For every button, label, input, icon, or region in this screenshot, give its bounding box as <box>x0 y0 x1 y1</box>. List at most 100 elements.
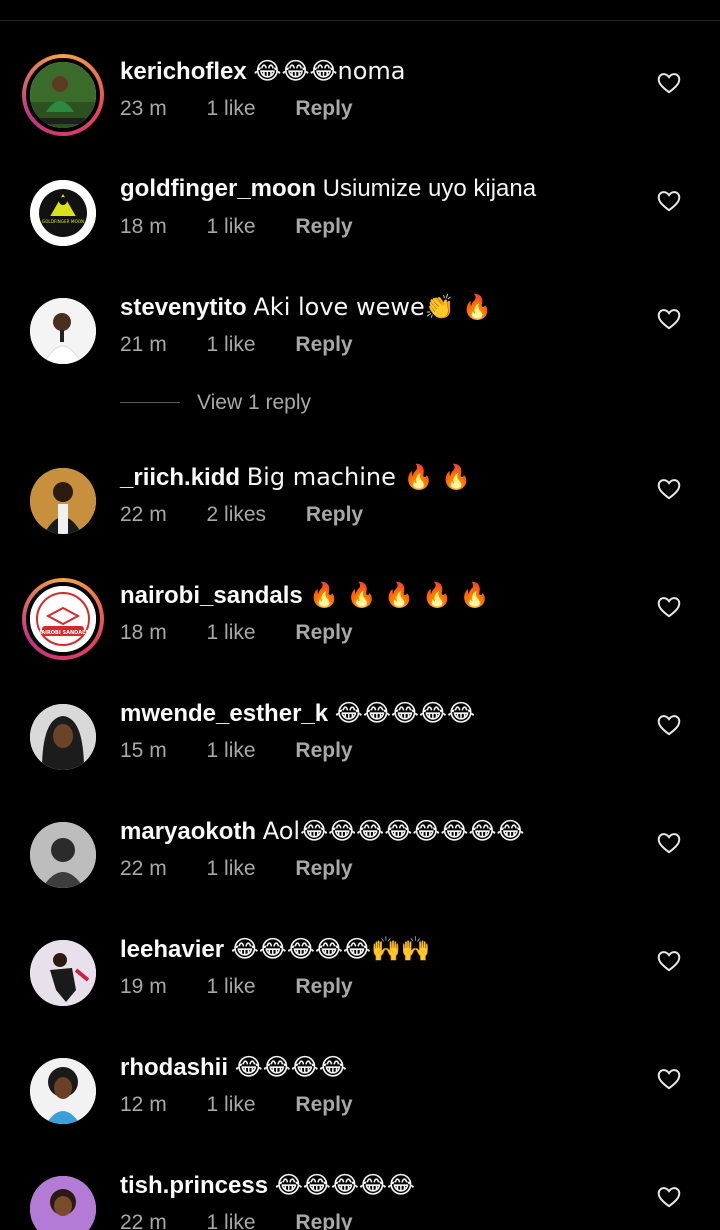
avatar-goldfinger-moon[interactable]: GOLDFINGER MOON <box>30 180 96 246</box>
comment-username[interactable]: nairobi_sandals <box>120 582 303 609</box>
comment-likes[interactable]: 1 like <box>207 854 256 884</box>
comment-meta: 22 m 1 like Reply <box>120 1208 353 1230</box>
comment-likes[interactable]: 1 like <box>207 736 256 766</box>
avatar-nairobi-sandals[interactable]: NAIROBI SANDALS <box>22 578 104 660</box>
comment-time: 21 m <box>120 333 167 356</box>
comment-text: nairobi_sandals 🔥 🔥 🔥 🔥 🔥 <box>120 578 489 613</box>
comment-text: maryaokoth Aol😂😂😂😂😂😂😂😂 <box>120 814 524 849</box>
comment-item: GOLDFINGER MOON goldfinger_moon Usiumize… <box>0 175 720 270</box>
comment-likes[interactable]: 1 like <box>207 1208 256 1230</box>
comment-username[interactable]: rhodashii <box>120 1054 228 1081</box>
comment-username[interactable]: goldfinger_moon <box>120 175 316 202</box>
comment-likes[interactable]: 1 like <box>207 94 256 124</box>
heart-icon[interactable] <box>656 306 682 332</box>
comment-text: _riich.kidd Big machine 🔥 🔥 <box>120 460 471 495</box>
comment-likes[interactable]: 1 like <box>207 972 256 1002</box>
avatar-rhodashii[interactable] <box>30 1058 96 1124</box>
comment-meta: 22 m 2 likes Reply <box>120 500 363 530</box>
profile-photo-dance-icon <box>30 940 96 1006</box>
heart-icon[interactable] <box>656 1066 682 1092</box>
profile-photo-white-icon <box>30 298 96 364</box>
comment-body: 🔥 🔥 🔥 🔥 🔥 <box>309 581 490 609</box>
avatar-leehavier[interactable] <box>30 940 96 1006</box>
comment-username[interactable]: tish.princess <box>120 1172 268 1199</box>
heart-icon[interactable] <box>656 594 682 620</box>
avatar-maryaokoth[interactable] <box>30 822 96 888</box>
comment-username[interactable]: kerichoflex <box>120 58 247 85</box>
avatar-mwende-esther-k[interactable] <box>30 704 96 770</box>
profile-photo-curly-icon <box>30 1058 96 1124</box>
comment-username[interactable]: mwende_esther_k <box>120 700 328 727</box>
comment-item: maryaokoth Aol😂😂😂😂😂😂😂😂 22 m 1 like Reply <box>0 817 720 912</box>
goldfinger-moon-logo-icon: GOLDFINGER MOON <box>30 180 96 246</box>
avatar-stevenytito[interactable] <box>30 298 96 364</box>
comment-username[interactable]: leehavier <box>120 936 224 963</box>
comment-body: 😂😂😂😂😂🙌🙌 <box>230 935 431 963</box>
profile-photo-grayscale-icon <box>30 822 96 888</box>
profile-photo-green-icon <box>30 62 96 128</box>
comment-text: kerichoflex 😂😂😂noma <box>120 54 406 89</box>
profile-photo-purple-icon <box>30 1176 96 1230</box>
comment-text: leehavier 😂😂😂😂😂🙌🙌 <box>120 932 431 967</box>
comment-item: mwende_esther_k 😂😂😂😂😂 15 m 1 like Reply <box>0 699 720 794</box>
reply-button[interactable]: Reply <box>295 212 352 242</box>
heart-icon[interactable] <box>656 948 682 974</box>
comment-meta: 22 m 1 like Reply <box>120 854 353 884</box>
reply-button[interactable]: Reply <box>295 618 352 648</box>
comment-time: 19 m <box>120 975 167 998</box>
heart-icon[interactable] <box>656 476 682 502</box>
heart-icon[interactable] <box>656 70 682 96</box>
heart-icon[interactable] <box>656 1184 682 1210</box>
comment-item: NAIROBI SANDALS nairobi_sandals 🔥 🔥 🔥 🔥 … <box>0 578 720 676</box>
comment-likes[interactable]: 1 like <box>207 618 256 648</box>
reply-button[interactable]: Reply <box>295 330 352 360</box>
profile-photo-hijab-icon <box>30 704 96 770</box>
comment-text: mwende_esther_k 😂😂😂😂😂 <box>120 696 475 731</box>
comment-meta: 15 m 1 like Reply <box>120 736 353 766</box>
comment-text: goldfinger_moon Usiumize uyo kijana <box>120 172 536 206</box>
comment-likes[interactable]: 1 like <box>207 1090 256 1120</box>
comment-likes[interactable]: 1 like <box>207 212 256 242</box>
comment-meta: 21 m 1 like Reply <box>120 330 353 360</box>
comment-time: 15 m <box>120 739 167 762</box>
comment-text: stevenytito Aki love wewe👏 🔥 <box>120 290 492 325</box>
reply-button[interactable]: Reply <box>295 1090 352 1120</box>
comment-username[interactable]: _riich.kidd <box>120 464 240 491</box>
comment-likes[interactable]: 2 likes <box>207 500 267 530</box>
comment-meta: 18 m 1 like Reply <box>120 212 353 242</box>
comment-meta: 23 m 1 like Reply <box>120 94 353 124</box>
heart-icon[interactable] <box>656 712 682 738</box>
comment-item: stevenytito Aki love wewe👏 🔥 21 m 1 like… <box>0 293 720 388</box>
comment-body: Aol😂😂😂😂😂😂😂😂 <box>262 817 525 845</box>
reply-button[interactable]: Reply <box>295 972 352 1002</box>
comment-username[interactable]: maryaokoth <box>120 818 256 845</box>
nairobi-sandals-logo-icon: NAIROBI SANDALS <box>30 586 96 652</box>
comment-meta: 19 m 1 like Reply <box>120 972 353 1002</box>
comment-meta: 18 m 1 like Reply <box>120 618 353 648</box>
reply-button[interactable]: Reply <box>295 94 352 124</box>
comment-body: 😂😂😂noma <box>253 57 406 85</box>
avatar-kerichoflex[interactable] <box>22 54 104 136</box>
comment-time: 18 m <box>120 621 167 644</box>
profile-photo-brown-icon <box>30 468 96 534</box>
avatar-tish-princess[interactable] <box>30 1176 96 1230</box>
view-replies-label: View 1 reply <box>197 391 312 414</box>
comment-time: 22 m <box>120 503 167 526</box>
logo-text: NAIROBI SANDALS <box>37 630 89 636</box>
comment-item: tish.princess 😂😂😂😂😂 22 m 1 like Reply <box>0 1171 720 1230</box>
reply-button[interactable]: Reply <box>295 1208 352 1230</box>
comment-body: Big machine 🔥 🔥 <box>246 463 471 491</box>
avatar-riich-kidd[interactable] <box>30 468 96 534</box>
comment-text: rhodashii 😂😂😂😂 <box>120 1050 347 1085</box>
heart-icon[interactable] <box>656 188 682 214</box>
reply-button[interactable]: Reply <box>306 500 363 530</box>
comment-time: 12 m <box>120 1093 167 1116</box>
logo-text: GOLDFINGER MOON <box>42 219 84 224</box>
comment-time: 18 m <box>120 215 167 238</box>
comment-likes[interactable]: 1 like <box>207 330 256 360</box>
comment-username[interactable]: stevenytito <box>120 294 247 321</box>
comment-time: 22 m <box>120 857 167 880</box>
reply-button[interactable]: Reply <box>295 854 352 884</box>
reply-button[interactable]: Reply <box>295 736 352 766</box>
heart-icon[interactable] <box>656 830 682 856</box>
